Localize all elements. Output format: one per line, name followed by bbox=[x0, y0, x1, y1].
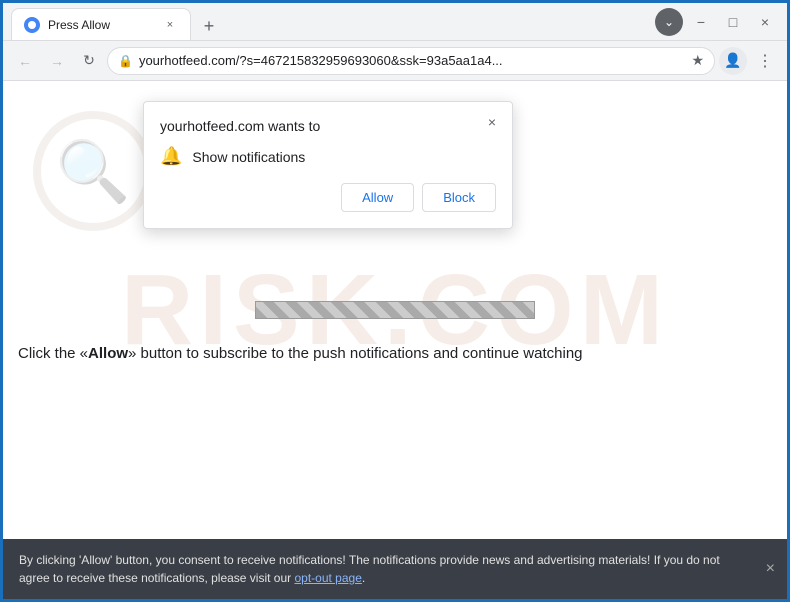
main-instruction-text: Click the «Allow» button to subscribe to… bbox=[3, 331, 787, 378]
maximize-button[interactable]: □ bbox=[719, 8, 747, 36]
url-bar[interactable]: 🔒 yourhotfeed.com/?s=467215832959693060&… bbox=[107, 47, 715, 75]
lock-icon: 🔒 bbox=[118, 54, 133, 68]
notification-popup: × yourhotfeed.com wants to 🔔 Show notifi… bbox=[143, 101, 513, 229]
tab-close-button[interactable]: × bbox=[162, 17, 178, 33]
window-controls: − □ × bbox=[687, 8, 779, 36]
back-button[interactable]: ← bbox=[11, 47, 39, 75]
opt-out-link[interactable]: opt-out page bbox=[294, 571, 361, 585]
menu-button[interactable]: ⋮ bbox=[751, 47, 779, 75]
address-bar: ← → ↻ 🔒 yourhotfeed.com/?s=4672158329596… bbox=[3, 41, 787, 81]
close-button[interactable]: × bbox=[751, 8, 779, 36]
popup-close-button[interactable]: × bbox=[480, 110, 504, 134]
profile-button[interactable]: 👤 bbox=[719, 47, 747, 75]
page-content: 🔍 RISK.COM Click the «Allow» button to s… bbox=[3, 81, 787, 599]
popup-permission-row: 🔔 Show notifications bbox=[160, 146, 496, 167]
tab-bar: Press Allow × + bbox=[11, 3, 655, 40]
text-suffix: » button to subscribe to the push notifi… bbox=[128, 345, 582, 362]
block-button[interactable]: Block bbox=[422, 183, 496, 212]
footer-banner: By clicking 'Allow' button, you consent … bbox=[3, 539, 787, 599]
url-text: yourhotfeed.com/?s=467215832959693060&ss… bbox=[139, 53, 685, 68]
tab-favicon bbox=[24, 17, 40, 33]
footer-text: By clicking 'Allow' button, you consent … bbox=[19, 553, 720, 585]
forward-button[interactable]: → bbox=[43, 47, 71, 75]
new-tab-button[interactable]: + bbox=[195, 12, 223, 40]
permission-label: Show notifications bbox=[192, 149, 305, 165]
allow-word: Allow bbox=[88, 345, 128, 362]
download-icon[interactable]: ⌄ bbox=[655, 8, 683, 36]
minimize-button[interactable]: − bbox=[687, 8, 715, 36]
popup-buttons: Allow Block bbox=[160, 183, 496, 212]
text-prefix: Click the « bbox=[18, 345, 88, 362]
progress-bar bbox=[255, 301, 535, 319]
tab-title-text: Press Allow bbox=[48, 18, 154, 32]
browser-window: Press Allow × + ⌄ − □ × ← → ↻ 🔒 yourhotf… bbox=[0, 0, 790, 602]
bookmark-icon[interactable]: ★ bbox=[691, 52, 704, 69]
active-tab[interactable]: Press Allow × bbox=[11, 8, 191, 40]
footer-close-button[interactable]: × bbox=[766, 557, 775, 581]
allow-button[interactable]: Allow bbox=[341, 183, 414, 212]
bell-icon: 🔔 bbox=[160, 146, 182, 167]
title-bar: Press Allow × + ⌄ − □ × bbox=[3, 3, 787, 41]
popup-title: yourhotfeed.com wants to bbox=[160, 118, 496, 134]
reload-button[interactable]: ↻ bbox=[75, 47, 103, 75]
watermark-circle: 🔍 bbox=[33, 111, 153, 231]
search-watermark-icon: 🔍 bbox=[56, 136, 131, 207]
